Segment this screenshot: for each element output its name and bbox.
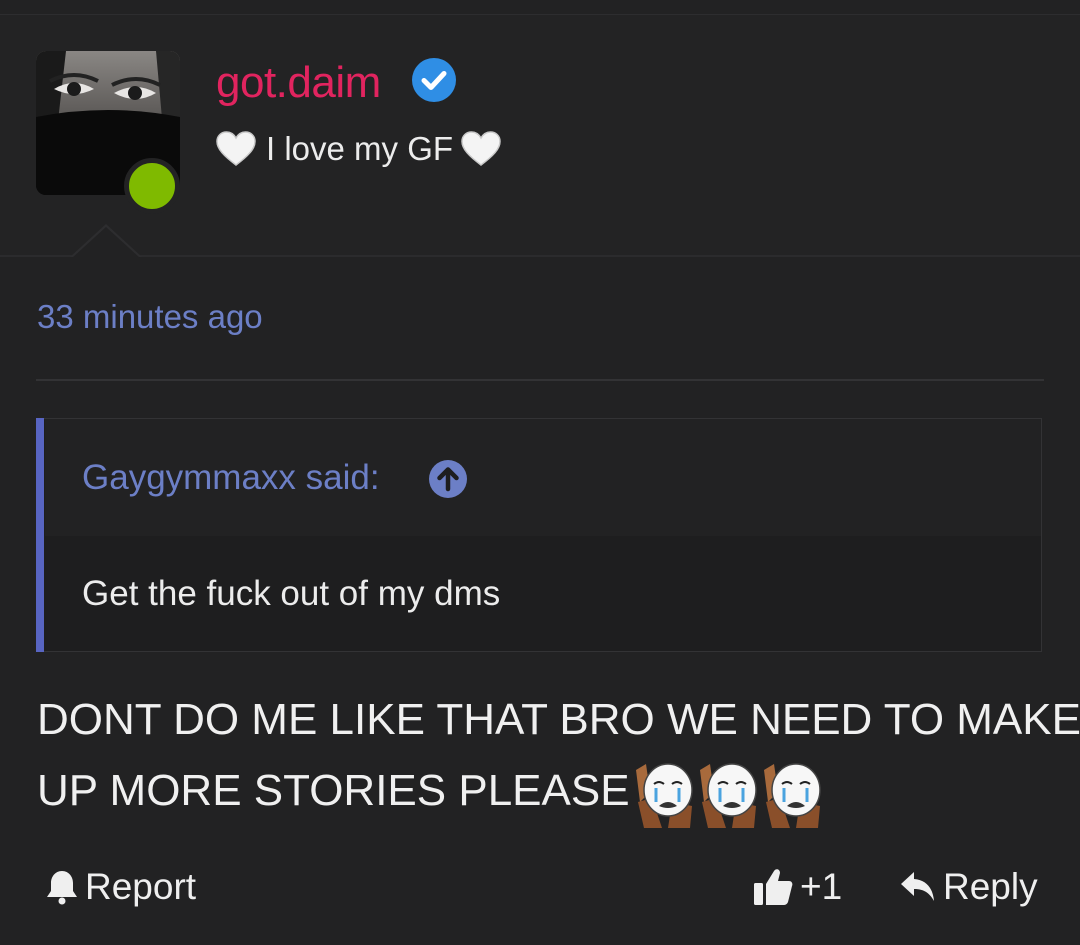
- crying-meme-face-icon: [635, 762, 693, 828]
- crying-meme-face-icon: [763, 762, 821, 828]
- report-button[interactable]: Report: [45, 864, 196, 910]
- post-message: DONT DO ME LIKE THAT BRO WE NEED TO MAKE…: [37, 684, 1080, 830]
- quote-author-link[interactable]: Gaygymmaxx said:: [82, 456, 380, 500]
- quote-text: Get the fuck out of my dms: [82, 574, 501, 613]
- user-custom-title: I love my GF: [216, 126, 501, 172]
- verified-badge-icon: [412, 58, 456, 102]
- message-line: DONT DO ME LIKE THAT BRO WE NEED TO MAKE: [37, 695, 1080, 744]
- thumbs-up-icon: [754, 869, 793, 905]
- emoji-group: [632, 757, 824, 829]
- reply-arrow-icon: [901, 872, 934, 901]
- message-line-2: UP MORE STORIES PLEASE: [37, 755, 1047, 830]
- user-block-arrow-fill: [72, 227, 140, 258]
- arrow-up-circle-icon[interactable]: [428, 459, 468, 499]
- like-count: +1: [800, 866, 843, 907]
- user-block-border: [0, 255, 1080, 257]
- white-heart-icon: [461, 131, 501, 166]
- white-heart-icon: [216, 131, 256, 166]
- reply-label: Reply: [943, 866, 1038, 907]
- bell-icon: [47, 871, 77, 905]
- message-line-text: UP MORE STORIES PLEASE: [37, 766, 630, 815]
- online-status-indicator: [124, 158, 180, 214]
- quote-accent-bar: [36, 418, 44, 652]
- post-timestamp-link[interactable]: 33 minutes ago: [37, 296, 263, 338]
- crying-meme-face-icon: [699, 762, 757, 828]
- report-label: Report: [85, 866, 197, 907]
- post-divider: [36, 379, 1044, 381]
- like-button[interactable]: +1: [752, 864, 842, 910]
- username-link[interactable]: got.daim: [216, 58, 381, 108]
- user-title-text: I love my GF: [266, 130, 454, 167]
- reply-button[interactable]: Reply: [899, 864, 1038, 910]
